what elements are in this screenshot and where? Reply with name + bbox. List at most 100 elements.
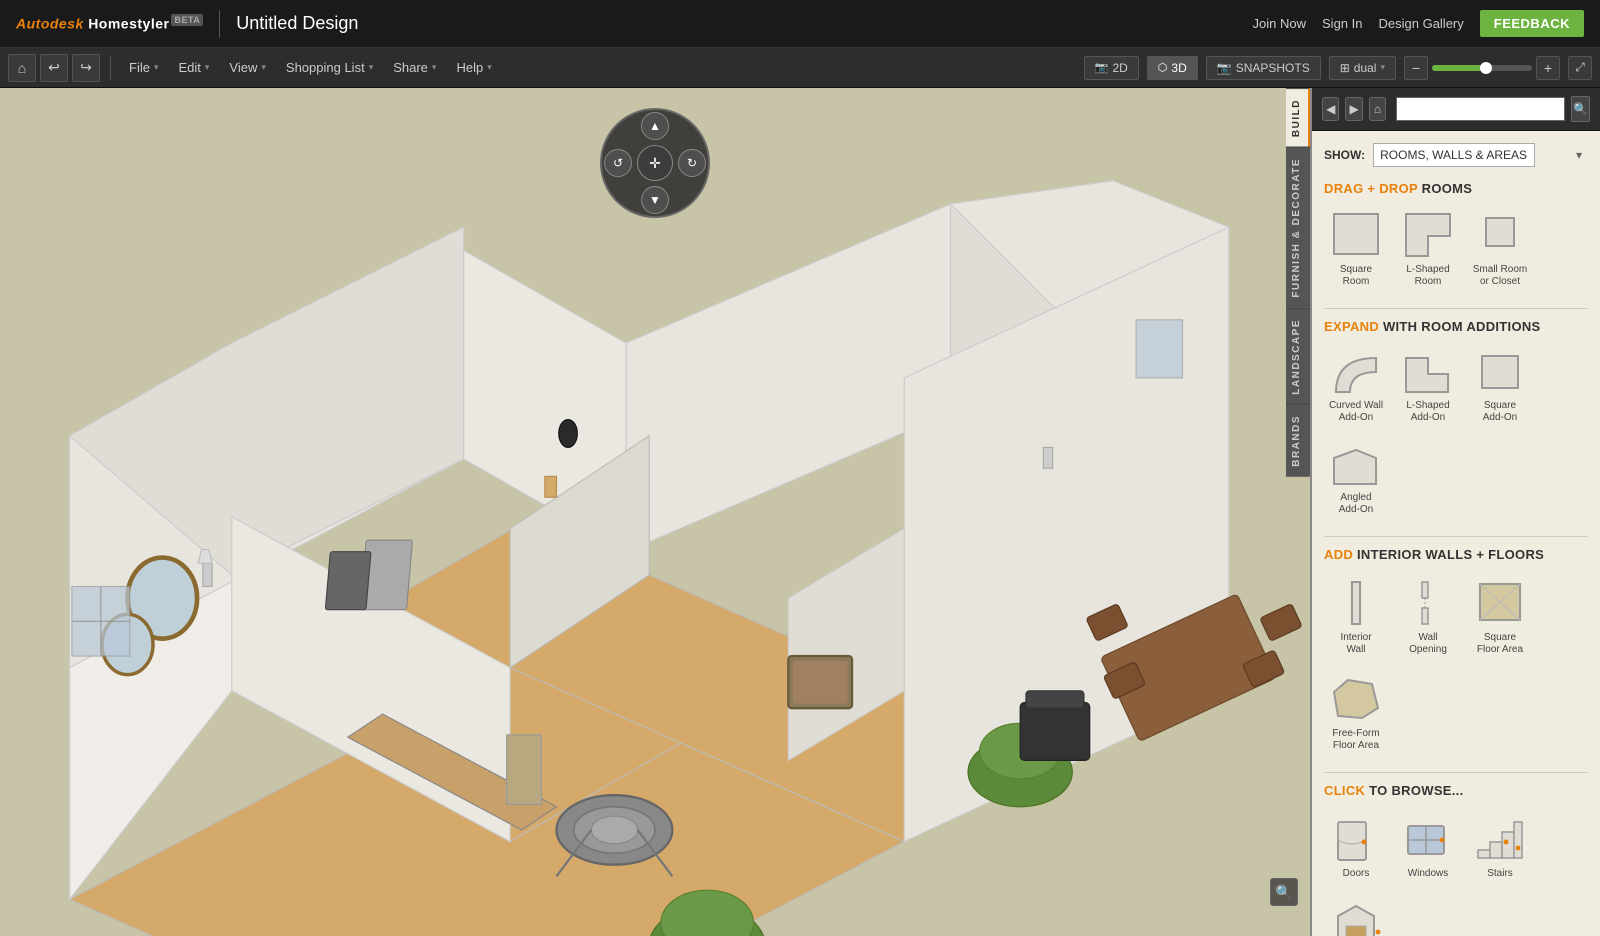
- file-menu-label: File: [129, 60, 150, 75]
- design-gallery-link[interactable]: Design Gallery: [1379, 16, 1464, 31]
- panel-back-button[interactable]: ◀: [1322, 97, 1339, 121]
- feedback-button[interactable]: FEEDBACK: [1480, 10, 1584, 37]
- free-form-floor-item[interactable]: Free-FormFloor Area: [1324, 668, 1388, 756]
- view-menu[interactable]: View ▾: [221, 56, 273, 79]
- square-floor-item[interactable]: SquareFloor Area: [1468, 572, 1532, 660]
- build-tab[interactable]: BUILD: [1286, 88, 1310, 147]
- share-menu[interactable]: Share ▾: [385, 56, 444, 79]
- small-room-item[interactable]: Small Roomor Closet: [1468, 206, 1532, 292]
- zoom-in-button[interactable]: +: [1536, 56, 1560, 80]
- file-menu[interactable]: File ▾: [121, 56, 166, 79]
- show-dropdown[interactable]: ROOMS, WALLS & AREAS ALL STRUCTURE ONLY: [1373, 143, 1535, 167]
- square-floor-shape: [1472, 576, 1528, 628]
- top-right-nav: Join Now Sign In Design Gallery FEEDBACK: [1253, 10, 1584, 37]
- expand-heading: EXPAND WITH ROOM ADDITIONS: [1324, 319, 1588, 334]
- top-bar: Autodesk HomestylerBETA Untitled Design …: [0, 0, 1600, 48]
- windows-item[interactable]: Windows: [1396, 808, 1460, 884]
- design-title: Untitled Design: [236, 13, 358, 34]
- pan-down-button[interactable]: ▼: [641, 186, 669, 214]
- nav-center-button[interactable]: ✛: [637, 145, 673, 181]
- small-room-label: Small Roomor Closet: [1473, 264, 1527, 288]
- dual-view-button[interactable]: ⊞ dual ▾: [1329, 56, 1396, 80]
- view-2d-label: 2D: [1112, 61, 1127, 75]
- brands-tab[interactable]: BRANDS: [1286, 404, 1310, 477]
- doors-item[interactable]: Doors: [1324, 808, 1388, 884]
- view-2d-button[interactable]: 📷 2D: [1084, 56, 1139, 80]
- l-shaped-room-label: L-ShapedRoom: [1406, 264, 1449, 288]
- beta-badge: BETA: [171, 14, 203, 26]
- cube-3d-icon: ⬡: [1158, 61, 1168, 74]
- panel-forward-button[interactable]: ▶: [1345, 97, 1362, 121]
- show-label: SHOW:: [1324, 148, 1365, 162]
- rotate-right-button[interactable]: ↻: [678, 149, 706, 177]
- home-button[interactable]: ⌂: [8, 54, 36, 82]
- square-addon-item[interactable]: SquareAdd-On: [1468, 344, 1532, 428]
- zoom-slider-handle[interactable]: [1480, 62, 1492, 74]
- l-shaped-addon-label: L-ShapedAdd-On: [1406, 400, 1449, 424]
- undo-button[interactable]: ↩: [40, 54, 68, 82]
- windows-shape: [1400, 812, 1456, 864]
- navigation-controls: ↺ ↻ ▲ ▼ ✛: [600, 108, 710, 218]
- shopping-arrow-icon: ▾: [369, 62, 374, 73]
- viewport-magnifier[interactable]: 🔍: [1270, 878, 1298, 906]
- l-shaped-addon-item[interactable]: L-ShapedAdd-On: [1396, 344, 1460, 428]
- square-room-shape: [1328, 210, 1384, 260]
- fullscreen-button[interactable]: ⤢: [1568, 56, 1592, 80]
- stairs-shape: [1472, 812, 1528, 864]
- vertical-tabs: BUILD FURNISH & DECORATE LANDSCAPE BRAND…: [1286, 88, 1310, 477]
- panel-search-input[interactable]: [1396, 97, 1565, 121]
- viewport[interactable]: ↺ ↻ ▲ ▼ ✛ 🔍: [0, 88, 1310, 936]
- dual-label: dual: [1354, 61, 1377, 75]
- toolbar-separator: [110, 56, 111, 80]
- snapshots-button[interactable]: 📷 SNAPSHOTS: [1206, 56, 1321, 80]
- file-arrow-icon: ▾: [154, 62, 159, 73]
- rotate-left-button[interactable]: ↺: [604, 149, 632, 177]
- panel-search-button[interactable]: 🔍: [1571, 96, 1590, 122]
- stairs-item[interactable]: Stairs: [1468, 808, 1532, 884]
- angled-addon-item[interactable]: AngledAdd-On: [1324, 436, 1388, 520]
- wall-opening-label: WallOpening: [1409, 632, 1447, 656]
- edit-menu[interactable]: Edit ▾: [170, 56, 217, 79]
- windows-label: Windows: [1408, 868, 1449, 880]
- square-addon-label: SquareAdd-On: [1483, 400, 1517, 424]
- section-divider-2: [1324, 536, 1588, 537]
- shopping-list-menu[interactable]: Shopping List ▾: [278, 56, 381, 79]
- interior-wall-item[interactable]: InteriorWall: [1324, 572, 1388, 660]
- pan-up-button[interactable]: ▲: [641, 112, 669, 140]
- help-menu[interactable]: Help ▾: [448, 56, 499, 79]
- zoom-slider-track[interactable]: [1432, 65, 1532, 71]
- redo-button[interactable]: ↪: [72, 54, 100, 82]
- square-room-label: SquareRoom: [1340, 264, 1372, 288]
- interior-rest: INTERIOR WALLS + FLOORS: [1357, 547, 1544, 562]
- panel-top-nav: ◀ ▶ ⌂ 🔍: [1312, 88, 1600, 131]
- l-shaped-room-item[interactable]: L-ShapedRoom: [1396, 206, 1460, 292]
- section-divider-3: [1324, 772, 1588, 773]
- dual-arrow-icon: ▾: [1380, 62, 1385, 73]
- panel-content: SHOW: ROOMS, WALLS & AREAS ALL STRUCTURE…: [1312, 131, 1600, 936]
- viewport-search-icon[interactable]: 🔍: [1270, 878, 1298, 906]
- drag-drop-rest: ROOMS: [1422, 181, 1473, 196]
- stairs-label: Stairs: [1487, 868, 1513, 880]
- fireplaces-item[interactable]: Fireplaces: [1324, 892, 1388, 936]
- l-shaped-addon-shape: [1400, 348, 1456, 396]
- view-3d-button[interactable]: ⬡ 3D: [1147, 56, 1198, 80]
- browse-highlight: CLICK: [1324, 783, 1365, 798]
- sign-in-link[interactable]: Sign In: [1322, 16, 1362, 31]
- furnish-tab[interactable]: FURNISH & DECORATE: [1286, 147, 1310, 308]
- interior-highlight: ADD: [1324, 547, 1353, 562]
- zoom-slider-fill: [1432, 65, 1482, 71]
- panel-home-button[interactable]: ⌂: [1369, 97, 1386, 121]
- wall-opening-item[interactable]: WallOpening: [1396, 572, 1460, 660]
- square-addon-shape: [1472, 348, 1528, 396]
- share-label: Share: [393, 60, 428, 75]
- landscape-tab[interactable]: LANDSCAPE: [1286, 308, 1310, 405]
- browse-rest: TO BROWSE...: [1369, 783, 1463, 798]
- additions-grid: Curved WallAdd-On L-ShapedAdd-On SquareA…: [1324, 344, 1588, 520]
- edit-menu-label: Edit: [178, 60, 200, 75]
- zoom-out-button[interactable]: −: [1404, 56, 1428, 80]
- square-room-item[interactable]: SquareRoom: [1324, 206, 1388, 292]
- join-now-link[interactable]: Join Now: [1253, 16, 1306, 31]
- view-3d-label: 3D: [1171, 61, 1186, 75]
- curved-wall-item[interactable]: Curved WallAdd-On: [1324, 344, 1388, 428]
- section-divider-1: [1324, 308, 1588, 309]
